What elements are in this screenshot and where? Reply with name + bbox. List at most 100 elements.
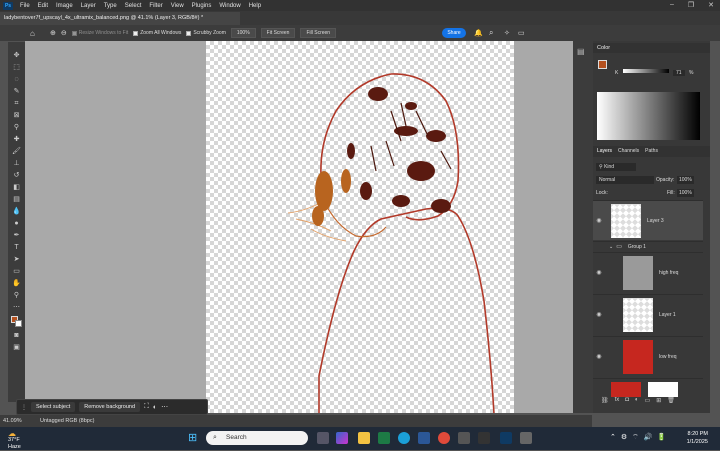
photoshop-taskbar-icon[interactable] bbox=[500, 432, 512, 444]
media-icon[interactable] bbox=[458, 432, 470, 444]
lightbulb-icon[interactable]: ✧ bbox=[504, 29, 510, 37]
weather-widget[interactable]: ☁ 37°F Haze bbox=[8, 430, 21, 451]
healing-brush-tool-icon[interactable]: ✚ bbox=[12, 136, 21, 144]
blend-mode-select[interactable]: Normal bbox=[596, 176, 654, 184]
menu-layer[interactable]: Layer bbox=[77, 3, 100, 9]
menu-help[interactable]: Help bbox=[245, 3, 265, 9]
color-ramp[interactable] bbox=[597, 92, 700, 140]
dodge-tool-icon[interactable]: ● bbox=[12, 220, 21, 228]
chrome-icon[interactable] bbox=[438, 432, 450, 444]
eye-icon[interactable]: ◉ bbox=[593, 353, 605, 360]
color-swatches-icon[interactable] bbox=[10, 316, 23, 328]
app-icon[interactable] bbox=[418, 432, 430, 444]
tray-icons[interactable]: ⌃⚙⌔🔊🔋 bbox=[610, 433, 671, 442]
zoom-tool-icon[interactable]: ⚲ bbox=[12, 292, 21, 300]
kind-filter[interactable]: ⚲ Kind bbox=[596, 163, 636, 171]
taskbar-search[interactable]: ⌕ Search bbox=[206, 431, 308, 445]
zoom-out-icon[interactable]: ⊖ bbox=[61, 29, 67, 37]
zoom-in-icon[interactable]: ⊕ bbox=[50, 29, 56, 37]
new-layer-icon[interactable]: ⊞ bbox=[656, 397, 661, 407]
menu-edit[interactable]: Edit bbox=[34, 3, 52, 9]
quick-select-tool-icon[interactable]: ✎ bbox=[12, 88, 21, 96]
terminal-icon[interactable] bbox=[478, 432, 490, 444]
gradient-tool-icon[interactable]: ▤ bbox=[12, 196, 21, 204]
eye-icon[interactable]: ◉ bbox=[593, 269, 605, 276]
remove-background-button[interactable]: Remove background bbox=[79, 402, 141, 412]
add-mask-icon[interactable]: ◘ bbox=[625, 397, 629, 407]
k-value-input[interactable]: 71 bbox=[673, 70, 685, 76]
excel-icon[interactable] bbox=[378, 432, 390, 444]
file-explorer-icon[interactable] bbox=[358, 432, 370, 444]
zoom-level[interactable]: 41.09% bbox=[3, 415, 22, 427]
menu-window[interactable]: Window bbox=[215, 3, 244, 9]
zoom-all-windows-checkbox[interactable]: Zoom All Windows bbox=[133, 30, 181, 36]
path-select-tool-icon[interactable]: ➤ bbox=[12, 256, 21, 264]
fit-screen-button[interactable]: Fit Screen bbox=[260, 28, 296, 38]
app-icon[interactable] bbox=[520, 432, 532, 444]
edge-icon[interactable] bbox=[398, 432, 410, 444]
tab-paths[interactable]: Paths bbox=[645, 146, 658, 157]
marquee-tool-icon[interactable]: ⬚ bbox=[12, 64, 21, 72]
screen-mode-icon[interactable]: ▣ bbox=[12, 344, 21, 352]
fx-icon[interactable]: fx bbox=[615, 397, 620, 407]
more-tools-icon[interactable]: ⋯ bbox=[12, 304, 21, 312]
menu-file[interactable]: File bbox=[16, 3, 34, 9]
layer-name[interactable]: Layer 3 bbox=[647, 218, 664, 224]
type-tool-icon[interactable]: T bbox=[12, 244, 21, 252]
transform-icon[interactable]: ⛶ bbox=[144, 403, 149, 411]
search-icon[interactable]: ⌕ bbox=[489, 28, 493, 38]
select-subject-button[interactable]: Select subject bbox=[31, 402, 76, 412]
eyedropper-tool-icon[interactable]: ⚲ bbox=[12, 124, 21, 132]
quick-mask-icon[interactable]: ◙ bbox=[12, 332, 21, 340]
home-icon[interactable]: ⌂ bbox=[30, 29, 35, 38]
document-canvas[interactable] bbox=[206, 41, 514, 413]
group-row[interactable]: ⌄ ▭ Group 1 bbox=[593, 241, 703, 251]
group-name[interactable]: Group 1 bbox=[628, 244, 646, 250]
layer-name[interactable]: Layer 1 bbox=[659, 312, 676, 318]
close-icon[interactable]: ✕ bbox=[708, 1, 714, 9]
hand-tool-icon[interactable]: ✋ bbox=[12, 280, 21, 288]
lasso-tool-icon[interactable]: ◌ bbox=[12, 76, 21, 84]
new-group-icon[interactable]: ▭ bbox=[645, 397, 651, 407]
foreground-swatch[interactable] bbox=[598, 60, 607, 69]
minimize-icon[interactable]: – bbox=[670, 1, 674, 9]
tab-layers[interactable]: Layers bbox=[597, 146, 612, 157]
panel-icon[interactable]: ▤ bbox=[577, 47, 585, 56]
copilot-icon[interactable] bbox=[336, 432, 348, 444]
menu-select[interactable]: Select bbox=[121, 3, 146, 9]
task-view-icon[interactable] bbox=[317, 432, 329, 444]
menu-type[interactable]: Type bbox=[100, 3, 121, 9]
windows-start-icon[interactable]: ⊞ bbox=[188, 431, 197, 444]
eye-icon[interactable]: ◉ bbox=[593, 311, 605, 318]
tab-channels[interactable]: Channels bbox=[618, 146, 639, 157]
drag-handle-icon[interactable]: ⋮ bbox=[21, 404, 27, 411]
layer-row-partial[interactable] bbox=[593, 378, 703, 397]
move-tool-icon[interactable]: ✥ bbox=[12, 52, 21, 60]
scrubby-zoom-checkbox[interactable]: Scrubby Zoom bbox=[186, 30, 226, 36]
chevron-down-icon[interactable]: ⌄ bbox=[609, 244, 613, 250]
eraser-tool-icon[interactable]: ◧ bbox=[12, 184, 21, 192]
layer-name[interactable]: high freq bbox=[659, 270, 678, 276]
layer-name[interactable]: low freq bbox=[659, 354, 677, 360]
menu-plugins[interactable]: Plugins bbox=[188, 3, 216, 9]
delete-layer-icon[interactable]: 🗑 bbox=[667, 397, 675, 407]
adjust-icon[interactable]: ◐ bbox=[153, 404, 157, 411]
color-panel-header[interactable]: Color bbox=[593, 43, 710, 53]
bell-icon[interactable]: 🔔 bbox=[474, 29, 483, 37]
k-slider[interactable] bbox=[623, 69, 669, 73]
eye-icon[interactable]: ◉ bbox=[593, 217, 605, 224]
share-button[interactable]: Share bbox=[442, 28, 466, 38]
fill-screen-button[interactable]: Fill Screen bbox=[300, 28, 337, 38]
document-tab[interactable]: ladybentover7f_upscayl_4x_ultramix_balan… bbox=[0, 12, 240, 25]
link-layers-icon[interactable]: ⛓ bbox=[601, 397, 609, 407]
menu-view[interactable]: View bbox=[167, 3, 188, 9]
opacity-input[interactable]: 100% bbox=[677, 176, 694, 184]
layer-row[interactable]: ◉ Layer 3 bbox=[593, 200, 703, 240]
rectangle-tool-icon[interactable]: ▭ bbox=[12, 268, 21, 276]
maximize-icon[interactable]: ❐ bbox=[688, 1, 694, 9]
resize-windows-checkbox[interactable]: Resize Windows to Fit bbox=[71, 30, 128, 36]
history-brush-tool-icon[interactable]: ↺ bbox=[12, 172, 21, 180]
zoom-100-button[interactable]: 100% bbox=[230, 28, 256, 38]
workspace-icon[interactable]: ▭ bbox=[518, 29, 525, 37]
menu-image[interactable]: Image bbox=[52, 3, 77, 9]
